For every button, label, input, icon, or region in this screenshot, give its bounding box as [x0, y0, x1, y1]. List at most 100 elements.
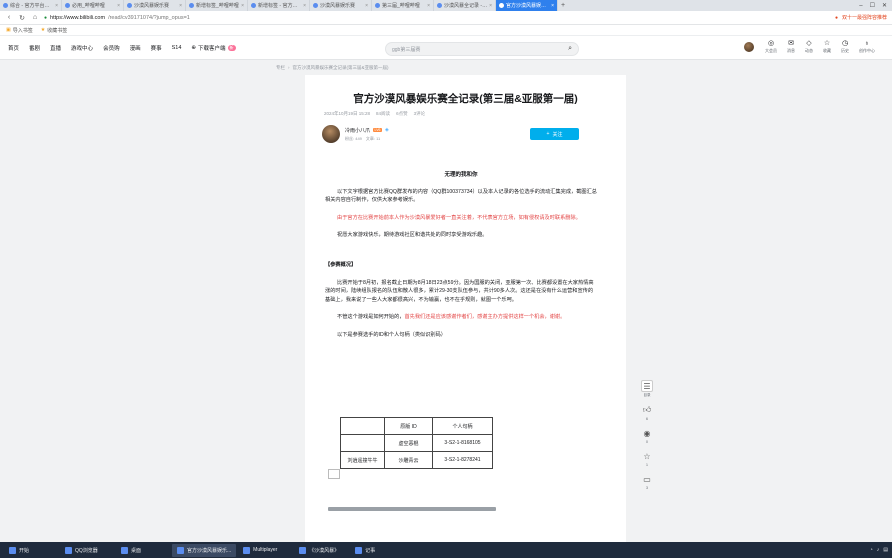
user-dynamics[interactable]: ◇ 动态 — [805, 40, 813, 54]
paragraph-intro: 以下文字根据官方比赛QQ群发布的内容（QQ群100373734）以及本人记录的各… — [325, 188, 597, 204]
tab-close-icon[interactable]: × — [241, 3, 244, 9]
table-cell: 刘逍遥撞牛牛 — [340, 451, 385, 469]
user-favorites[interactable]: ☆ 收藏 — [823, 40, 831, 54]
side-action-coin[interactable]: ◉ 0 — [640, 427, 654, 445]
app-icon — [65, 546, 72, 554]
breadcrumb: 专栏 › 官方沙漠风暴娱乐赛全记录(第三届&亚服第一届) — [276, 65, 389, 71]
nav-member-shop[interactable]: 会员购 — [103, 44, 120, 52]
side-action-like[interactable]: 👍︎ 6 — [640, 404, 654, 421]
tab-label: 第三届_哔哩哔哩 — [382, 3, 420, 9]
bookmark-favorites[interactable]: ★ 收藏书签 — [41, 27, 68, 34]
browser-tab[interactable]: 第三届_哔哩哔哩 × — [372, 0, 434, 11]
nav-home[interactable]: 首页 — [8, 44, 19, 52]
user-creator-center[interactable]: ♁ 创作中心 — [859, 40, 875, 54]
tab-close-icon[interactable]: × — [489, 3, 492, 9]
search-icon[interactable]: ⌕ — [568, 45, 572, 53]
reload-icon[interactable]: ↻ — [18, 14, 26, 22]
message-icon: ✉ — [788, 40, 794, 47]
nav-live[interactable]: 直播 — [50, 44, 61, 52]
tab-close-icon[interactable]: × — [55, 3, 58, 9]
import-icon: ▣ — [6, 27, 11, 33]
nav-s14[interactable]: S14 — [172, 45, 182, 51]
site-nav: 首页 番剧 直播 游戏中心 会员购 漫画 赛事 S14 ⊕ 下载客户端 新 — [8, 44, 236, 52]
taskbar-item[interactable]: QQ浏览器 — [60, 544, 114, 557]
bookmark-import[interactable]: ▣ 导入书签 — [6, 27, 33, 34]
volume-icon[interactable]: ♪ — [877, 547, 880, 553]
comment-icon: ▭ — [643, 474, 651, 484]
horizontal-scrollbar[interactable] — [328, 507, 496, 511]
star-icon: ☆ — [643, 451, 651, 461]
section-title: 【参赛概况】 — [325, 261, 357, 268]
maximize-icon[interactable]: ☐ — [870, 2, 875, 9]
tab-favicon-icon — [251, 3, 256, 8]
user-history[interactable]: ◷ 历史 — [841, 40, 849, 54]
minimize-icon[interactable]: – — [859, 3, 862, 9]
taskbar-item[interactable]: 桌面 — [116, 544, 170, 557]
download-icon: ⊕ — [191, 44, 197, 51]
taskbar-item[interactable]: 开始 — [4, 544, 58, 557]
taskbar-item[interactable]: 《沙漠风暴》 — [294, 544, 348, 557]
author-info: 冷雨小八爪 LV6 ◈ 粉丝: 449 文章: 11 — [345, 127, 389, 142]
vip-icon: ◎ — [767, 40, 775, 47]
bookmarks-bar: ▣ 导入书签 ★ 收藏书签 — [0, 25, 892, 36]
tab-close-icon[interactable]: × — [303, 3, 306, 9]
nav-anime[interactable]: 番剧 — [29, 44, 40, 52]
author-avatar[interactable] — [322, 125, 340, 143]
notification-icon[interactable]: ▤ — [883, 547, 888, 553]
browser-tab[interactable]: 沙漠风暴娱乐赛 × — [310, 0, 372, 11]
browser-tab[interactable]: 沙漠风暴全记录 - 哔哩× — [434, 0, 496, 11]
star-icon: ★ — [40, 27, 46, 33]
breadcrumb-column[interactable]: 专栏 — [276, 65, 285, 71]
user-messages[interactable]: ✉ 消息 — [787, 40, 795, 54]
hot-search[interactable]: ● 双十一最强阵容推荐 — [834, 14, 887, 22]
browser-tab[interactable]: 官方沙漠风暴娱乐赛全记录× — [496, 0, 558, 11]
paragraph-wish: 祝愿大家游戏快乐，期待游戏社区和谐共处的同时享受游戏乐趣。 — [337, 232, 488, 239]
page-title: 官方沙漠风暴娱乐赛全记录(第三届&亚服第一届) — [353, 93, 578, 105]
tab-label: 新增标签 - 官方平台 — [258, 3, 302, 9]
close-icon[interactable]: ✕ — [882, 2, 887, 9]
side-action-favorite[interactable]: ☆ 1 — [640, 450, 654, 468]
side-actions: ☰ 目录 👍︎ 6 ◉ 0 ☆ 1 ▭ 3 — [640, 380, 654, 490]
nav-game-center[interactable]: 游戏中心 — [71, 44, 93, 52]
network-icon[interactable]: ◔ — [870, 547, 873, 553]
browser-tab[interactable]: 综合 - 官方平台播放器× — [0, 0, 62, 11]
new-tab-button[interactable]: + — [558, 0, 568, 11]
back-icon[interactable]: ‹ — [5, 14, 13, 21]
table-row: 虚空恶棍 3-S2-1-8168105 — [340, 434, 493, 452]
thanks-red: 首先我们还是应该感谢作者们，感谢主办方提供这样一个机会，谢谢。 — [404, 314, 566, 321]
search-input[interactable]: ggb第三届赛 ⌕ — [385, 42, 579, 56]
taskbar-item[interactable]: 记事 — [350, 544, 404, 557]
tab-favicon-icon — [65, 3, 70, 8]
url-field[interactable]: ● https://www.bilibili.com/read/cv391710… — [44, 15, 724, 21]
tab-close-icon[interactable]: × — [427, 3, 430, 9]
nav-download-client[interactable]: ⊕ 下载客户端 新 — [191, 44, 236, 52]
user-vip[interactable]: ◎ 大会员 — [765, 40, 777, 54]
tab-close-icon[interactable]: × — [179, 3, 182, 9]
browser-tab[interactable]: 新增标签 - 官方平台 × — [248, 0, 310, 11]
avatar[interactable] — [743, 41, 755, 53]
side-action-comment[interactable]: ▭ 3 — [640, 473, 654, 491]
fire-icon: ● — [834, 14, 838, 21]
taskbar-label: 桌面 — [131, 547, 142, 554]
author-name[interactable]: 冷雨小八爪 — [345, 127, 370, 134]
follow-button[interactable]: + 关注 — [530, 128, 579, 140]
tab-close-icon[interactable]: × — [365, 3, 368, 9]
browser-tab[interactable]: 新增标签_哔哩哔哩 × — [186, 0, 248, 11]
article-card: 官方沙漠风暴娱乐赛全记录(第三届&亚服第一届) 2024年10月19日 15:2… — [305, 75, 626, 543]
table-header-row: 原版 ID 个人句柄 — [340, 417, 493, 435]
tab-close-icon[interactable]: × — [117, 3, 120, 9]
nav-esports[interactable]: 赛事 — [151, 44, 162, 52]
side-action-catalog[interactable]: ☰ 目录 — [640, 380, 654, 398]
breadcrumb-separator: › — [288, 65, 290, 70]
browser-tab[interactable]: 沙漠风暴娱乐赛 × — [124, 0, 186, 11]
app-icon — [355, 546, 363, 554]
nav-comics[interactable]: 漫画 — [130, 44, 141, 52]
tab-close-icon[interactable]: × — [551, 3, 554, 9]
tab-label: 官方沙漠风暴娱乐赛全记录 — [506, 3, 549, 9]
home-icon[interactable]: ⌂ — [31, 14, 39, 21]
taskbar-item[interactable]: Multiplayer — [238, 544, 292, 557]
taskbar-item[interactable]: 官方沙漠风暴娱乐... — [172, 543, 237, 557]
browser-tab[interactable]: 必用_哔哩哔哩 × — [62, 0, 124, 11]
app-icon — [243, 546, 251, 554]
table-row: 刘逍遥撞牛牛 沙雕青云 3-S2-1-8278241 — [340, 451, 493, 469]
